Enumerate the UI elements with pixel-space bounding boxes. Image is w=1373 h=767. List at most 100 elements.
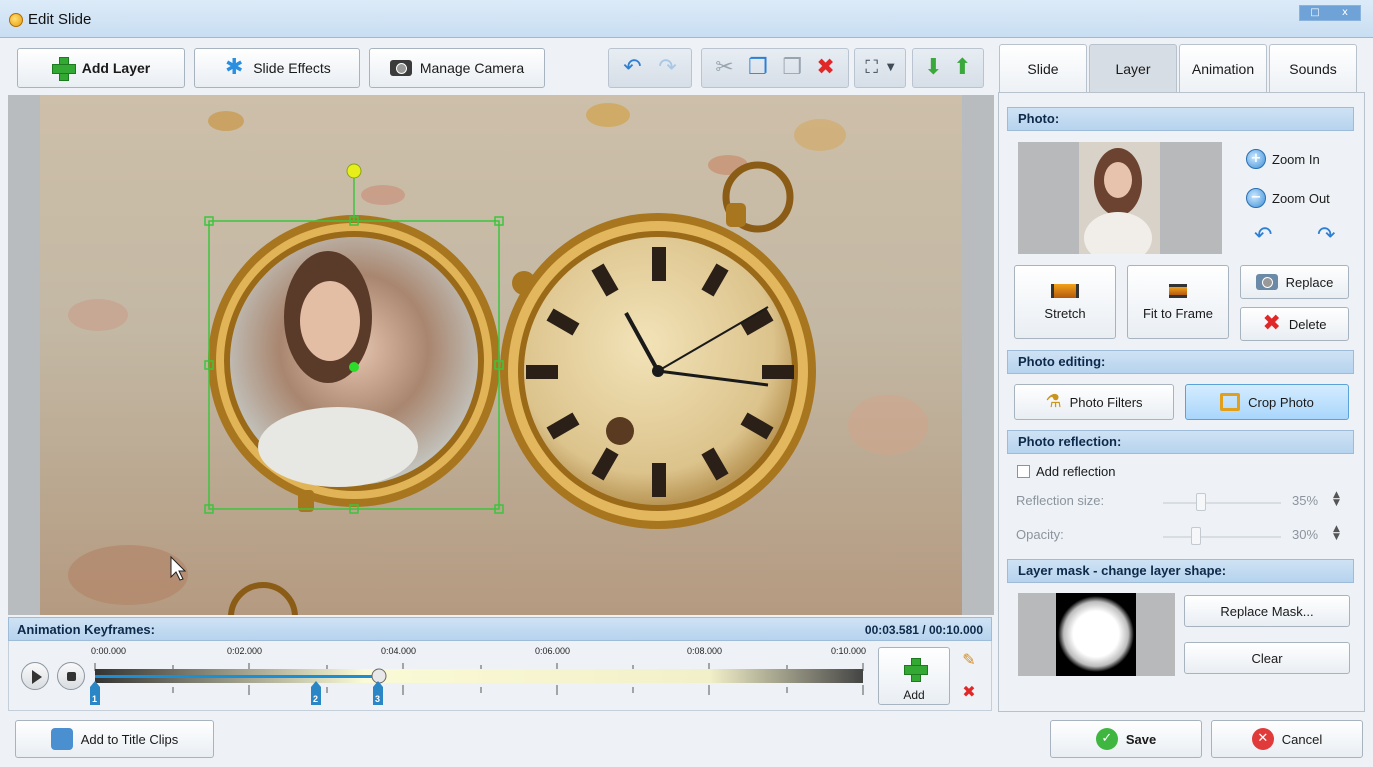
reflection-size-spinner[interactable]: ▲ ▼ [1333, 491, 1340, 508]
rotate-handle[interactable] [346, 163, 362, 179]
add-to-title-clips-label: Add to Title Clips [80, 731, 179, 747]
mask-preview [1018, 593, 1175, 676]
magic-wand-icon: ⚗ [1045, 391, 1062, 412]
reflection-size-slider[interactable] [1163, 502, 1281, 504]
cancel-button[interactable]: ✕ Cancel [1211, 720, 1363, 758]
title-bar: Edit Slide □ x [0, 0, 1373, 38]
opacity-label: Opacity: [1016, 527, 1064, 542]
tab-animation[interactable]: Animation [1179, 44, 1267, 93]
reflection-size-thumb[interactable] [1196, 493, 1206, 511]
delete-keyframe-icon[interactable]: ✖ [957, 681, 981, 705]
photo-filters-label: Photo Filters [1069, 394, 1143, 410]
cancel-label: Cancel [1281, 731, 1323, 747]
edit-keyframe-icon[interactable]: ✎ [957, 649, 981, 673]
fit-to-frame-button[interactable]: Fit to Frame [1127, 265, 1229, 339]
layer-properties-panel: Photo: + Zoom In − Zoom Out ↶ ↷ Stretch … [998, 92, 1365, 712]
title-clips-icon [50, 728, 73, 750]
playhead[interactable] [371, 668, 387, 684]
plus-icon [51, 57, 76, 81]
zoom-in-button[interactable]: + Zoom In [1246, 149, 1320, 169]
play-button[interactable] [21, 662, 49, 690]
paste-icon[interactable]: ❒ [782, 57, 802, 79]
delete-icon[interactable]: ✖ [816, 57, 834, 79]
save-button[interactable]: ✓ Save [1050, 720, 1202, 758]
fit-icon: ⛶ [865, 57, 879, 78]
manage-camera-label: Manage Camera [419, 60, 525, 76]
manage-camera-button[interactable]: Manage Camera [369, 48, 545, 88]
zoom-out-button[interactable]: − Zoom Out [1246, 188, 1330, 208]
timeline-progress [95, 675, 379, 678]
delete-photo-button[interactable]: ✖ Delete [1240, 307, 1349, 341]
save-label: Save [1125, 731, 1157, 747]
slide-preview [40, 95, 962, 615]
add-layer-button[interactable]: Add Layer [17, 48, 185, 88]
clear-mask-button[interactable]: Clear [1184, 642, 1350, 674]
fit-dropdown[interactable]: ⛶ ▼ [854, 48, 906, 88]
replace-photo-icon [1255, 274, 1278, 290]
stretch-button[interactable]: Stretch [1014, 265, 1116, 339]
tick-label: 0:10.000 [831, 646, 866, 656]
chevron-down-icon: ▼ [886, 62, 895, 73]
keyframe-timeline: 0:00.000 0:02.000 0:04.000 0:06.000 0:08… [8, 641, 992, 711]
opacity-value: 30% [1292, 527, 1319, 542]
add-keyframe-button[interactable]: Add [878, 647, 950, 705]
edit-group: ✂ ❐ ❒ ✖ [701, 48, 849, 88]
tab-slide[interactable]: Slide [999, 44, 1087, 93]
keyframe-marker-label: 2 [313, 694, 318, 704]
tick-label: 0:06.000 [535, 646, 570, 656]
move-up-icon[interactable]: ⬆ [953, 57, 971, 79]
keyframe-marker-label: 1 [92, 694, 97, 704]
crop-icon [1220, 393, 1241, 411]
timeline-track[interactable]: 0:00.000 0:02.000 0:04.000 0:06.000 0:08… [87, 641, 877, 711]
stop-button[interactable] [57, 662, 85, 690]
opacity-spinner[interactable]: ▲ ▼ [1333, 525, 1340, 542]
crop-photo-button[interactable]: Crop Photo [1185, 384, 1349, 420]
zoom-in-label: Zoom In [1272, 151, 1320, 167]
photo-reflection-section-header: Photo reflection: [1007, 430, 1354, 454]
reflection-size-value: 35% [1292, 493, 1319, 508]
tick-label: 0:02.000 [227, 646, 262, 656]
close-button[interactable]: x [1330, 6, 1360, 20]
cut-icon[interactable]: ✂ [715, 57, 733, 79]
reflection-size-label: Reflection size: [1016, 493, 1105, 508]
layer-mask-section-header: Layer mask - change layer shape: [1007, 559, 1354, 583]
opacity-slider[interactable] [1163, 536, 1281, 538]
bottom-bar: Add to Title Clips ✓ Save ✕ Cancel [0, 712, 1373, 767]
fit-to-frame-icon [1169, 283, 1187, 298]
tick-label: 0:08.000 [687, 646, 722, 656]
rotate-right-icon[interactable]: ↷ [1317, 225, 1335, 247]
toolbar: Add Layer ✱ Slide Effects Manage Camera … [8, 44, 994, 92]
photo-filters-button[interactable]: ⚗ Photo Filters [1014, 384, 1174, 420]
copy-icon[interactable]: ❐ [748, 57, 768, 79]
replace-button[interactable]: Replace [1240, 265, 1349, 299]
replace-mask-button[interactable]: Replace Mask... [1184, 595, 1350, 627]
rotate-left-icon[interactable]: ↶ [1254, 225, 1272, 247]
redo-icon[interactable]: ↷ [658, 57, 676, 79]
app-icon [9, 13, 23, 27]
tab-layer[interactable]: Layer [1089, 44, 1177, 93]
undo-icon[interactable]: ↶ [623, 57, 641, 79]
maximize-button[interactable]: □ [1300, 6, 1330, 20]
replace-label: Replace [1285, 274, 1334, 290]
property-tabs: Slide Layer Animation Sounds [999, 44, 1365, 93]
photo-editing-section-header: Photo editing: [1007, 350, 1354, 374]
cancel-icon: ✕ [1251, 728, 1274, 750]
delete-icon: ✖ [1262, 311, 1281, 336]
keyframes-time: 00:03.581 / 00:10.000 [864, 623, 983, 637]
photo-section-header: Photo: [1007, 107, 1354, 131]
slide-canvas[interactable] [8, 95, 994, 615]
move-down-icon[interactable]: ⬇ [924, 57, 942, 79]
slide-effects-label: Slide Effects [253, 60, 331, 76]
tick-label: 0:00.000 [91, 646, 126, 656]
center-handle[interactable] [349, 362, 359, 372]
zoom-out-icon: − [1246, 188, 1266, 208]
sparkle-icon: ✱ [225, 55, 244, 80]
add-reflection-checkbox[interactable]: Add reflection [1017, 464, 1116, 479]
crop-photo-label: Crop Photo [1248, 394, 1314, 410]
add-to-title-clips-button[interactable]: Add to Title Clips [15, 720, 214, 758]
add-keyframe-label: Add [903, 688, 925, 702]
history-group: ↶ ↷ [608, 48, 692, 88]
tab-sounds[interactable]: Sounds [1269, 44, 1357, 93]
opacity-thumb[interactable] [1191, 527, 1201, 545]
slide-effects-button[interactable]: ✱ Slide Effects [194, 48, 360, 88]
